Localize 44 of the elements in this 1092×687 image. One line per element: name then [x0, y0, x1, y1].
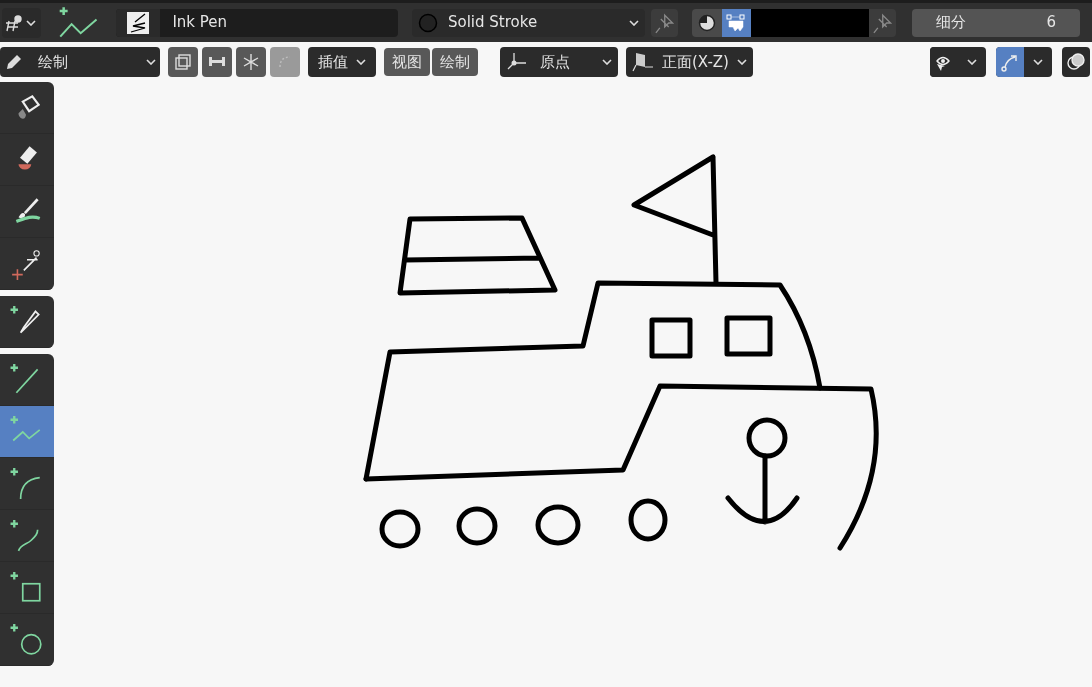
interpolate-dropdown[interactable]: 插值 — [308, 47, 376, 77]
chevron-down-icon — [602, 59, 612, 65]
subdivision-field[interactable]: 细分 6 — [912, 8, 1080, 37]
material-dropdown[interactable]: Solid Stroke — [412, 8, 645, 37]
chevron-down-icon — [146, 59, 156, 65]
chevron-down-icon — [26, 19, 36, 26]
menu-button[interactable]: 绘制 — [432, 48, 478, 76]
chevron-down-icon — [967, 59, 977, 65]
plane-icon — [632, 51, 654, 73]
pivot-dropdown[interactable]: 原点 — [500, 47, 618, 77]
dumbbell-toggle[interactable] — [202, 47, 232, 77]
snowflake-toggle[interactable] — [236, 47, 266, 77]
chevron-down-icon — [736, 59, 747, 65]
subdivision-value: 6 — [1046, 12, 1056, 34]
shading-sphere-icon — [697, 13, 716, 32]
eye-toggle[interactable] — [930, 47, 986, 77]
object-mode-button[interactable] — [2, 7, 42, 38]
chevron-down-icon — [628, 19, 639, 26]
pin-icon[interactable] — [868, 8, 897, 37]
chevron-down-icon — [1033, 59, 1043, 65]
brush-name: Ink Pen — [172, 12, 228, 34]
snowflake-icon — [241, 52, 261, 72]
menu-button[interactable]: 视图 — [384, 48, 430, 76]
layers-icon — [173, 52, 193, 72]
layers-toggle[interactable] — [168, 47, 198, 77]
vertex-color-toggle[interactable] — [721, 8, 752, 37]
grease-pencil-icon — [4, 12, 24, 33]
sphere-icon — [418, 12, 438, 33]
brush-preview-icon — [127, 11, 150, 34]
square-icon — [10, 570, 44, 605]
pin-icon[interactable] — [650, 8, 679, 37]
gizmo-icon — [1000, 52, 1020, 72]
vertex-paint-icon — [726, 12, 747, 33]
chevron-down-icon — [356, 59, 366, 65]
material-mode-toggle[interactable] — [692, 8, 722, 37]
gizmo-toggle[interactable] — [996, 47, 1052, 77]
subdivision-label: 细分 — [936, 12, 967, 34]
brush-field[interactable]: Ink Pen — [116, 8, 398, 37]
plane-dropdown[interactable]: 正面(X-Z) — [626, 47, 753, 77]
mode-dropdown[interactable]: 绘制 — [0, 47, 160, 77]
overlay-circles-icon — [1066, 52, 1086, 72]
color-swatch[interactable] — [751, 8, 869, 37]
pencil-icon — [4, 52, 24, 72]
circle-icon — [10, 622, 44, 657]
